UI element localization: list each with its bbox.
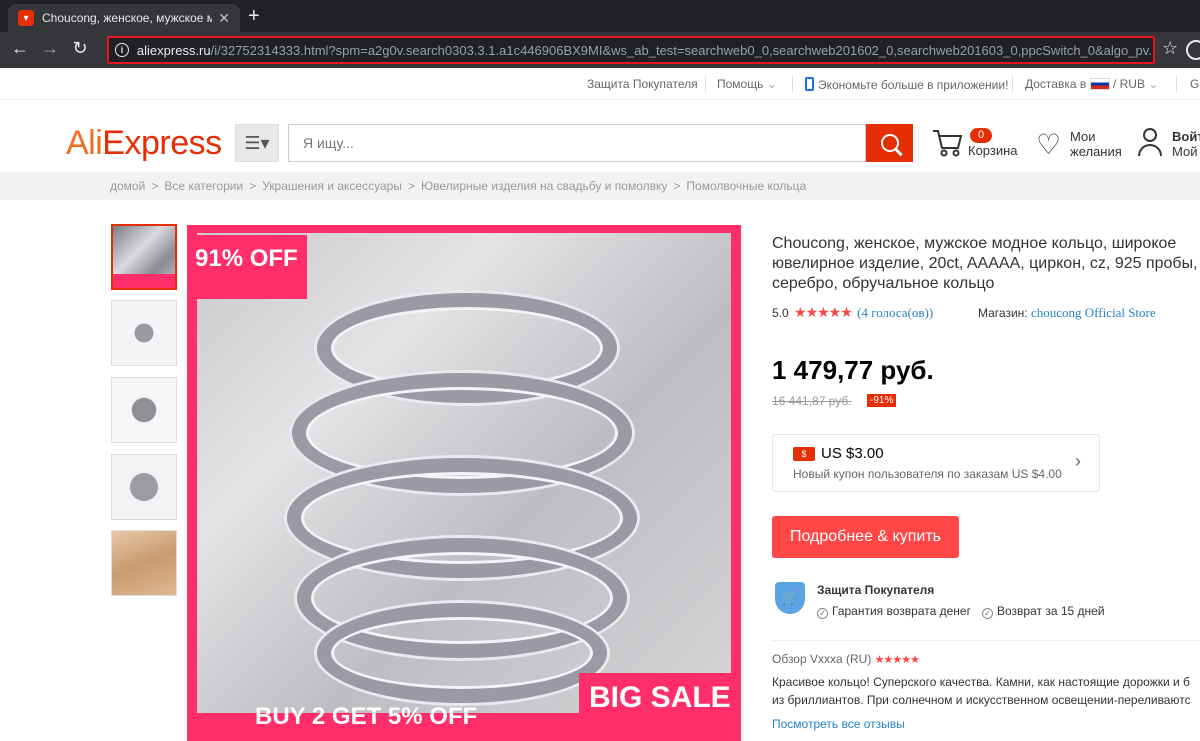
store-info: Магазин: choucong Official Store <box>978 305 1156 320</box>
aliexpress-logo[interactable]: AliExpress <box>66 124 222 163</box>
search-box[interactable] <box>288 124 866 162</box>
store-link[interactable]: choucong Official Store <box>1031 305 1156 320</box>
info-icon[interactable]: i <box>115 43 129 57</box>
browser-toolbar: ← → ↻ i aliexpress.ru/i/32752314333.html… <box>0 32 1200 68</box>
coupon-card[interactable]: $ US $3.00 Новый купон пользователя по з… <box>772 434 1100 492</box>
close-tab-icon[interactable]: ✕ <box>218 10 230 27</box>
money-back-guarantee: ✓ Гарантия возврата денег <box>817 604 971 619</box>
discount-badge: -91% <box>867 394 897 407</box>
shield-cart-icon: 🛒 <box>775 582 805 614</box>
reviews-link[interactable]: (4 голоса(ов)) <box>857 305 933 320</box>
breadcrumb-item[interactable]: Все категории <box>164 179 243 193</box>
ring-photo <box>197 233 731 713</box>
coupon-icon: $ <box>793 447 815 461</box>
check-icon: ✓ <box>982 608 993 619</box>
reload-icon[interactable]: ↻ <box>68 38 92 59</box>
all-reviews-link[interactable]: Посмотреть все отзывы <box>772 717 905 731</box>
cart-icon[interactable] <box>932 128 964 158</box>
product-rating: 5.0 ★★★★★ (4 голоса(ов)) <box>772 304 934 320</box>
language-selector[interactable]: G <box>1190 77 1199 91</box>
buyer-protection-title: Защита Покупателя <box>817 583 935 597</box>
coupon-amount: US $3.00 <box>821 445 884 462</box>
product-main-image[interactable]: 91% OFF BUY 2 GET 5% OFF BIG SALE <box>187 225 741 741</box>
help-menu[interactable]: Помощь ⌄ <box>717 77 777 91</box>
review-text: Красивое кольцо! Суперского качества. Ка… <box>772 675 1191 707</box>
breadcrumb-item[interactable]: Помолвочные кольца <box>686 179 806 193</box>
new-tab-button[interactable]: + <box>248 5 260 28</box>
breadcrumb-item[interactable]: Украшения и аксессуары <box>262 179 402 193</box>
buyer-protection-link[interactable]: Защита Покупателя <box>587 77 698 91</box>
product-thumbnail[interactable] <box>111 224 177 290</box>
product-title: Choucong, женское, мужское модное кольцо… <box>772 235 1198 292</box>
forward-arrow-icon[interactable]: → <box>38 38 62 59</box>
url-text[interactable]: aliexpress.ru/i/32752314333.html?spm=a2g… <box>137 43 1153 58</box>
profile-icon[interactable] <box>1186 40 1200 60</box>
user-icon[interactable] <box>1138 128 1162 156</box>
search-input[interactable] <box>303 135 865 151</box>
buy-button[interactable]: Подробнее & купить <box>772 516 959 558</box>
cart-count-badge: 0 <box>970 128 992 143</box>
russia-flag-icon <box>1089 78 1110 90</box>
hamburger-icon: ☰▾ <box>244 132 270 153</box>
breadcrumb-item[interactable]: Ювелирные изделия на свадьбу и помолвку <box>421 179 667 193</box>
tab-title: Choucong, женское, мужское м <box>42 11 213 25</box>
coupon-description: Новый купон пользователя по заказам US $… <box>793 467 1062 481</box>
search-button[interactable] <box>866 124 913 162</box>
bookmark-star-icon[interactable]: ☆ <box>1162 38 1178 59</box>
current-price: 1 479,77 руб. <box>772 355 934 385</box>
return-guarantee: ✓ Возврат за 15 дней <box>982 604 1105 619</box>
product-thumbnail[interactable] <box>111 454 177 520</box>
browser-tab-bar: ▾ Choucong, женское, мужское м ✕ + <box>0 0 1200 32</box>
wishlist-link[interactable]: Мои желания <box>1070 129 1122 159</box>
breadcrumb-item[interactable]: домой <box>110 179 145 193</box>
product-thumbnail[interactable] <box>111 300 177 366</box>
promo-banner: BUY 2 GET 5% OFF <box>255 703 478 730</box>
review-header: Обзор Vxxxa (RU) ★★★★★ <box>772 652 920 666</box>
search-icon <box>880 134 899 152</box>
check-icon: ✓ <box>817 608 828 619</box>
chevron-right-icon[interactable]: › <box>1075 451 1081 472</box>
categories-menu-button[interactable]: ☰▾ <box>235 124 279 162</box>
back-arrow-icon[interactable]: ← <box>8 38 32 59</box>
divider <box>772 640 1200 641</box>
breadcrumb: домой > Все категории > Украшения и аксессуа… <box>0 172 1200 200</box>
heart-icon[interactable]: ♡ <box>1036 131 1061 159</box>
sale-banner: BIG SALE <box>579 673 741 733</box>
address-bar[interactable]: i aliexpress.ru/i/32752314333.html?spm=a… <box>107 36 1155 64</box>
phone-icon <box>805 77 814 91</box>
account-link[interactable]: ВойтМой <box>1172 129 1200 159</box>
product-thumbnail[interactable] <box>111 530 177 596</box>
discount-banner: 91% OFF <box>187 235 307 299</box>
delivery-selector[interactable]: Доставка в / RUB ⌄ <box>1025 77 1158 91</box>
cart-link[interactable]: Корзина <box>968 143 1018 158</box>
product-thumbnail[interactable] <box>111 377 177 443</box>
top-links-bar: Защита Покупателя Помощь ⌄ Экономьте бол… <box>0 68 1200 100</box>
review-stars-icon: ★★★★★ <box>874 654 920 666</box>
aliexpress-favicon-icon: ▾ <box>18 10 34 26</box>
app-promo-link[interactable]: Экономьте больше в приложении! <box>805 77 1008 92</box>
browser-tab[interactable]: ▾ Choucong, женское, мужское м ✕ <box>8 4 240 32</box>
rating-stars-icon: ★★★★★ <box>794 304 853 320</box>
original-price: 16 441,87 руб. <box>772 394 852 408</box>
